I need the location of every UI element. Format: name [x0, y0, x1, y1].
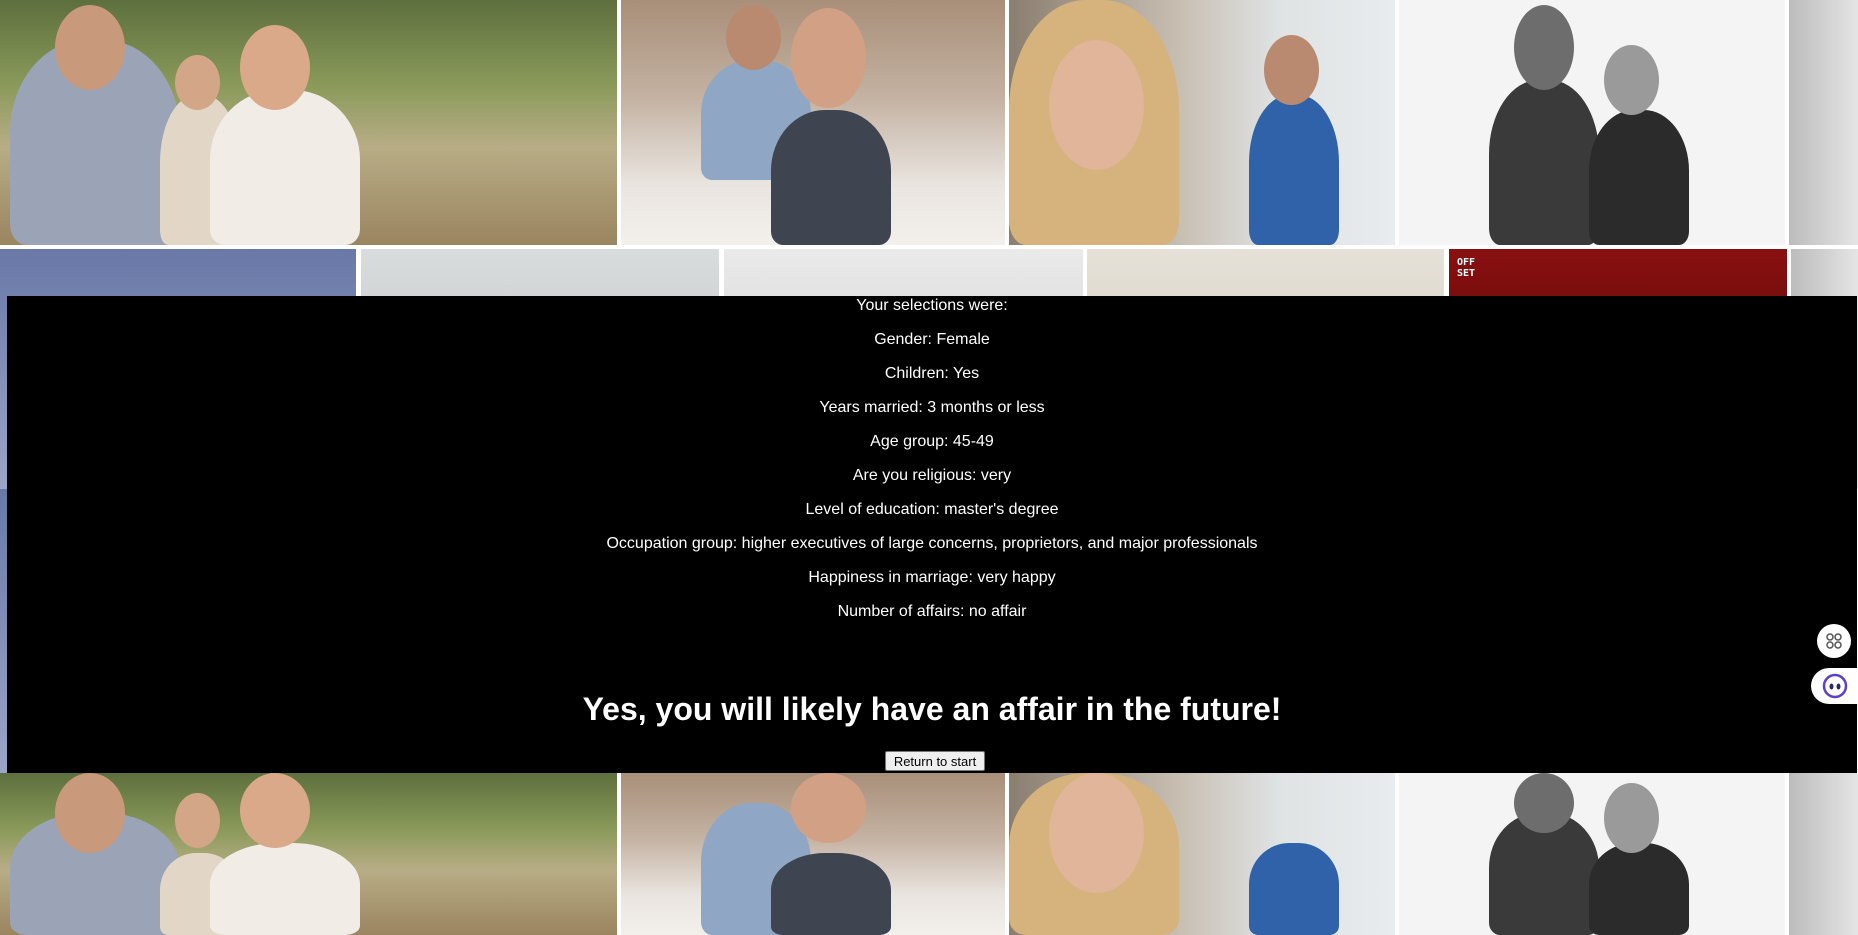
photo-couple-studio — [1399, 0, 1785, 245]
photo-edge-right-bottom — [1789, 773, 1858, 935]
apps-grid-icon — [1826, 633, 1842, 649]
photo-row3-left-strip — [0, 489, 7, 774]
results-panel: Your selections were: Gender: Female Chi… — [7, 296, 1857, 773]
photo-couple-park-repeat — [0, 773, 617, 935]
prediction-result: Yes, you will likely have an affair in t… — [582, 691, 1282, 727]
selection-education: Level of education: master's degree — [805, 501, 1059, 518]
photo-woman-bed — [621, 0, 1005, 245]
selection-affairs: Number of affairs: no affair — [837, 603, 1027, 620]
photo-couple-park — [0, 0, 617, 245]
selections-heading: Your selections were: — [856, 297, 1008, 314]
apps-widget-button[interactable] — [1817, 624, 1851, 658]
assistant-eyes-icon — [1822, 673, 1847, 699]
selection-years-married: Years married: 3 months or less — [819, 399, 1045, 416]
photo-couple-studio-repeat — [1399, 773, 1785, 935]
photo-edge-right-top — [1789, 0, 1858, 245]
photo-woman-thinking — [1009, 0, 1395, 245]
selection-happiness: Happiness in marriage: very happy — [808, 569, 1056, 586]
selection-religious: Are you religious: very — [852, 467, 1012, 484]
selection-children: Children: Yes — [884, 365, 980, 382]
photo-woman-thinking-repeat — [1009, 773, 1395, 935]
offset-logo: OFF SET — [1457, 257, 1476, 279]
selection-age-group: Age group: 45-49 — [870, 433, 994, 450]
photo-woman-bed-repeat — [621, 773, 1005, 935]
return-to-start-button[interactable]: Return to start — [885, 751, 985, 771]
assistant-widget-button[interactable] — [1811, 668, 1858, 704]
selection-gender: Gender: Female — [874, 331, 990, 348]
selection-occupation: Occupation group: higher executives of l… — [606, 535, 1258, 552]
